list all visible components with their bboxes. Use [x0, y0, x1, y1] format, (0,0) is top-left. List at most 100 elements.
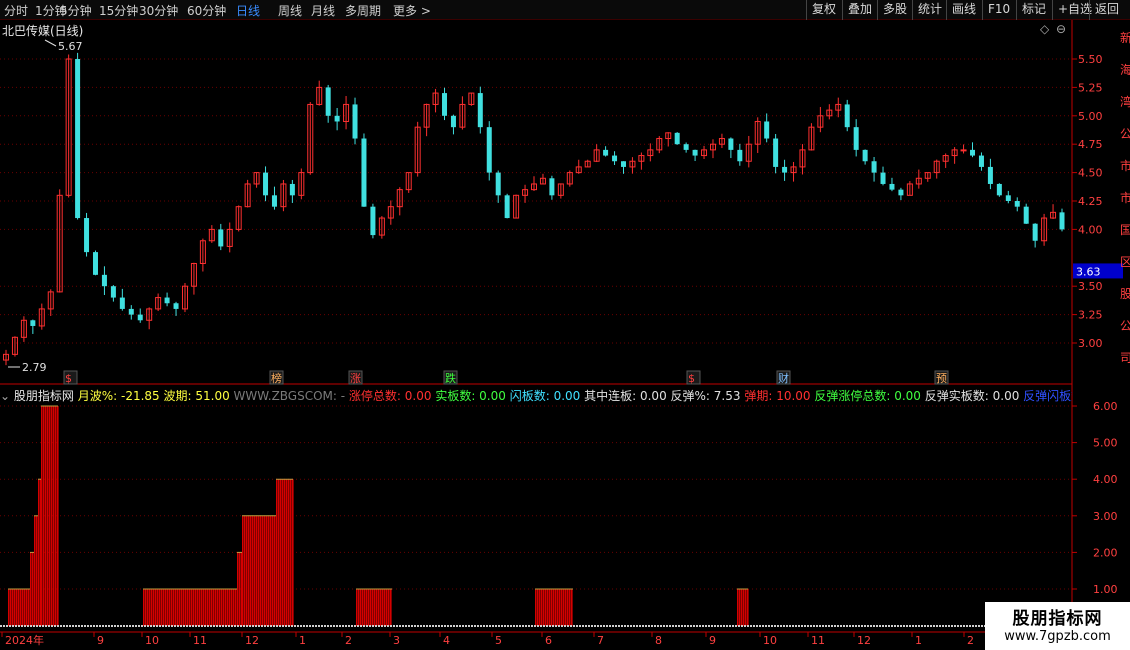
indicator-field-11: 反弹闪板数: 0.0	[1023, 389, 1072, 403]
candle-body-115	[1032, 223, 1038, 241]
ind-bar-11-739	[739, 589, 741, 626]
candle-body-110	[987, 166, 993, 184]
candle-body-41	[370, 206, 376, 236]
candle-body-53	[477, 93, 483, 128]
event-marker-5: 财	[778, 371, 789, 385]
candle-body-39	[352, 104, 358, 139]
indicator-name[interactable]: 股朋指标网	[14, 389, 74, 403]
ind-bar-7-260	[260, 515, 262, 626]
ind-bar-0-8	[8, 589, 10, 626]
price-tick-label-6: 4.00	[1078, 223, 1103, 236]
candle-body-107	[960, 149, 967, 152]
x-label-15: 11	[811, 634, 825, 647]
ind-bar-0-16	[16, 589, 18, 626]
x-label-0: 2024年	[5, 633, 44, 647]
chevron-down-icon[interactable]: ⌄	[0, 389, 10, 403]
candle-body-99	[889, 183, 895, 190]
ind-bar-0-28	[28, 589, 30, 626]
ind-bar-8-280	[280, 479, 282, 626]
ind-bar-5-189	[189, 589, 191, 626]
ind-bar-10-567	[567, 589, 569, 626]
candle-body-55	[495, 172, 501, 196]
ind-bar-11-745	[745, 589, 747, 626]
ind-bar-10-571	[571, 589, 573, 626]
x-label-16: 12	[857, 634, 871, 647]
x-label-13: 9	[709, 634, 716, 647]
ind-bar-5-173	[173, 589, 175, 626]
indicator-field-1: 波期: 51.00	[159, 389, 230, 403]
candle-body-56	[504, 195, 510, 219]
ind-bar-5-147	[147, 589, 149, 626]
indicator-field-4: 实板数: 0.00	[431, 389, 506, 403]
ind-bar-7-244	[244, 515, 246, 626]
candle-body-86	[773, 138, 779, 167]
ind-bar-5-175	[175, 589, 177, 626]
price-tick-label-3: 4.75	[1078, 138, 1103, 151]
collapse-panel-icon[interactable]: ⊖	[1056, 22, 1066, 36]
ind-bar-5-219	[219, 589, 221, 626]
ind-bar-4-49	[49, 406, 51, 626]
x-label-9: 5	[495, 634, 502, 647]
ind-bar-5-231	[231, 589, 233, 626]
ind-bar-0-14	[14, 589, 16, 626]
ind-bar-5-185	[185, 589, 187, 626]
right-edge-char-0: 新	[1120, 30, 1130, 45]
ind-bar-0-18	[18, 589, 20, 626]
candle-body-97	[871, 161, 877, 173]
ind-bar-0-22	[22, 589, 24, 626]
ind-bar-7-266	[266, 515, 268, 626]
ind-bar-7-254	[254, 515, 256, 626]
x-label-2: 10	[145, 634, 159, 647]
ind-bar-1-30	[30, 552, 32, 626]
ind-bar-10-565	[565, 589, 567, 626]
candle-body-108	[970, 149, 976, 156]
ind-bar-8-278	[278, 479, 280, 626]
ind-bar-9-378	[378, 589, 380, 626]
candle-body-40	[361, 138, 367, 207]
indicator-fields: 月波%: -21.85 波期: 51.00 WWW.ZBGSCOM: - 涨停总…	[78, 389, 1072, 403]
ind-bar-11-741	[741, 589, 743, 626]
ind-bar-8-286	[286, 479, 288, 626]
candle-body-114	[1023, 206, 1029, 224]
ind-bar-9-366	[366, 589, 368, 626]
ind-bar-5-223	[223, 589, 225, 626]
indicator-field-2: WWW.ZBGSCOM: -	[229, 389, 346, 403]
ind-tick-label-1: 5.00	[1093, 437, 1118, 450]
candle-body-30	[271, 195, 277, 207]
ind-bar-7-242	[242, 515, 244, 626]
ind-bar-10-535	[535, 589, 537, 626]
candle-body-15	[137, 314, 143, 321]
right-edge-char-1: 海	[1120, 62, 1130, 77]
candle-body-32	[289, 183, 295, 196]
diamond-icon[interactable]: ◇	[1040, 22, 1049, 36]
ind-bar-10-561	[561, 589, 563, 626]
x-label-1: 9	[97, 634, 104, 647]
ind-bar-9-380	[380, 589, 382, 626]
price-tick-label-5: 4.25	[1078, 195, 1103, 208]
candle-body-50	[450, 115, 456, 128]
indicator-field-0: 月波%: -21.85	[77, 389, 160, 403]
ind-bar-10-539	[539, 589, 541, 626]
low-price-label: 2.79	[22, 361, 47, 374]
candle-body-19	[173, 303, 179, 309]
ind-bar-5-205	[205, 589, 207, 626]
ind-bar-1-32	[32, 552, 34, 626]
ind-bar-9-360	[360, 589, 362, 626]
ind-bar-7-268	[268, 515, 270, 626]
ind-bar-10-541	[541, 589, 543, 626]
ind-bar-4-45	[45, 406, 47, 626]
ind-bar-5-163	[163, 589, 165, 626]
ind-bar-9-368	[368, 589, 370, 626]
ind-bar-5-181	[181, 589, 183, 626]
ind-bar-5-195	[195, 589, 197, 626]
ind-bar-5-145	[145, 589, 147, 626]
price-tick-label-8: 3.25	[1078, 309, 1103, 322]
x-label-11: 7	[597, 634, 604, 647]
ind-bar-7-250	[250, 515, 252, 626]
ind-bar-7-262	[262, 515, 264, 626]
candle-body-10	[92, 252, 98, 275]
ind-bar-10-545	[545, 589, 547, 626]
ind-bar-10-555	[555, 589, 557, 626]
indicator-header: ⌄ 股朋指标网 月波%: -21.85 波期: 51.00 WWW.ZBGSCO…	[0, 387, 1072, 403]
ind-bar-0-26	[26, 589, 28, 626]
